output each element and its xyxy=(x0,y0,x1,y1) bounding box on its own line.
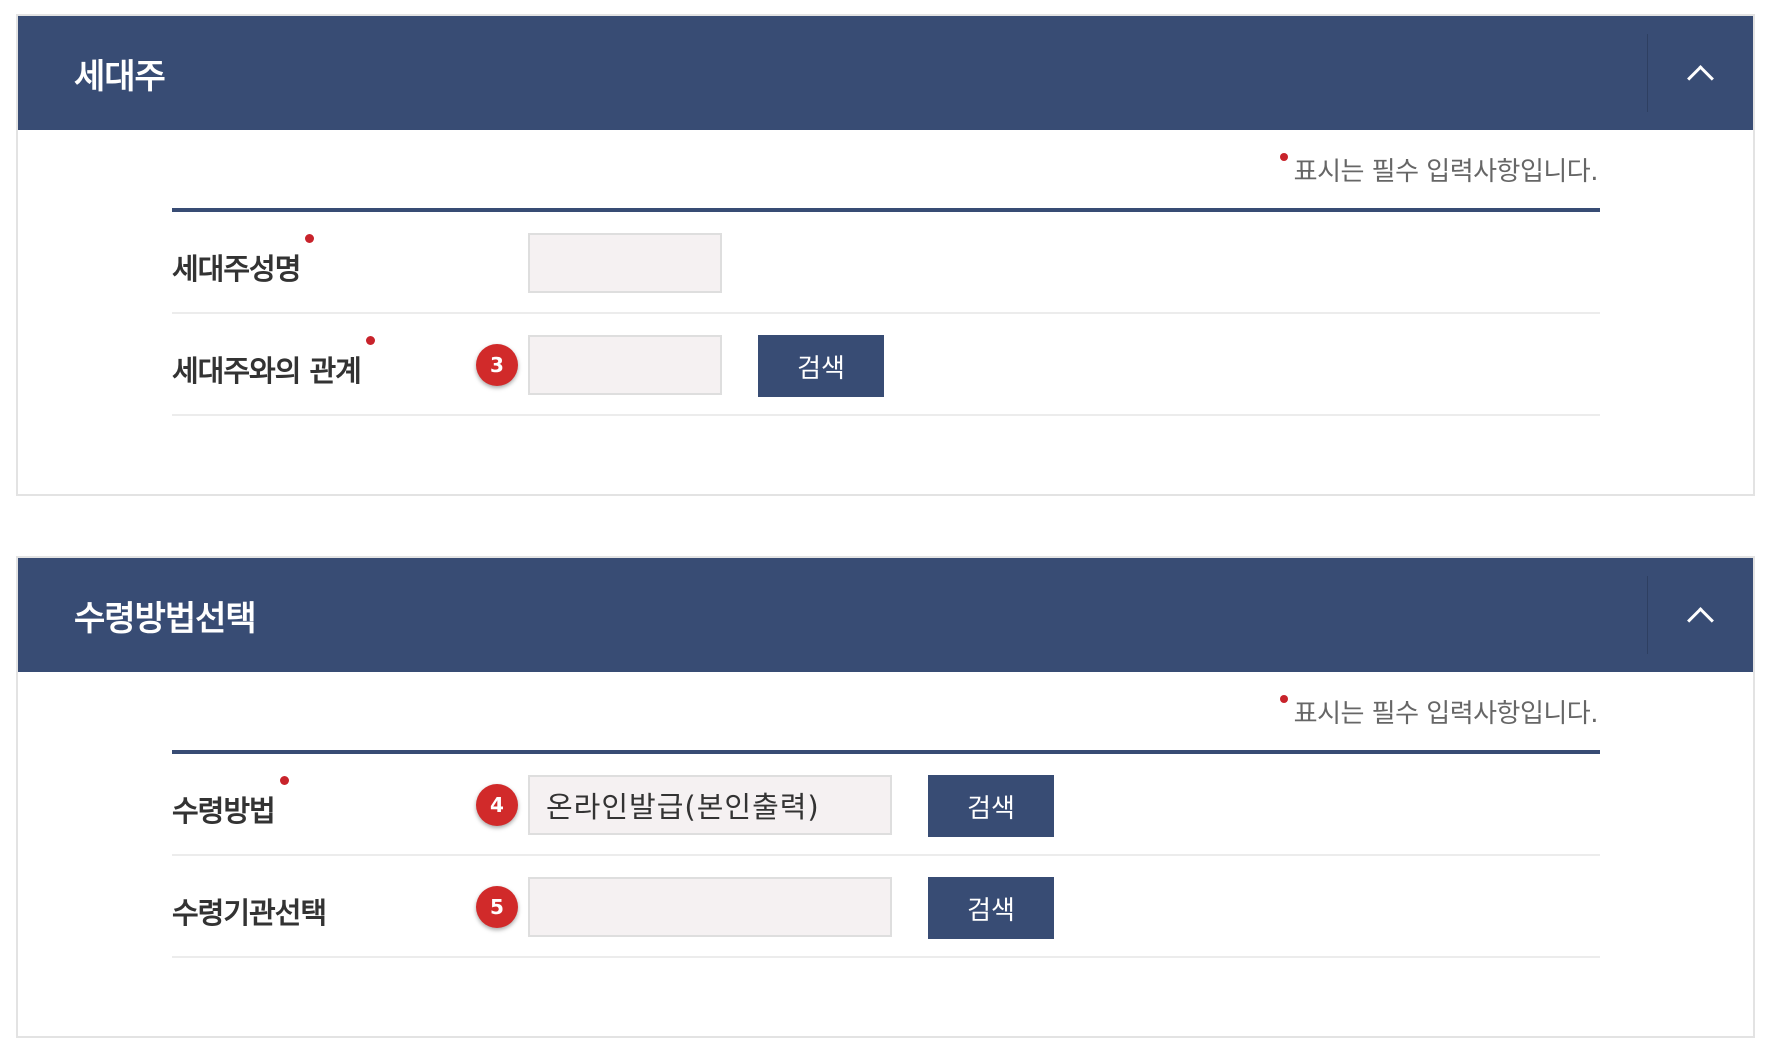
receipt-agency-input[interactable] xyxy=(528,877,892,937)
receipt-panel-header: 수령방법선택 xyxy=(18,558,1753,672)
agency-search-button[interactable]: 검색 xyxy=(928,877,1054,939)
method-search-button[interactable]: 검색 xyxy=(928,775,1054,837)
required-note: 표시는 필수 입력사항입니다. xyxy=(1279,151,1599,188)
form-row-receipt-method: 수령방법 4 검색 xyxy=(172,754,1600,856)
step-badge: 4 xyxy=(476,784,518,826)
required-note-text: 표시는 필수 입력사항입니다. xyxy=(1293,699,1599,729)
required-dot-icon xyxy=(1279,153,1288,161)
householder-name-input[interactable] xyxy=(528,233,722,293)
required-dot-icon xyxy=(279,776,289,785)
panel-title: 수령방법선택 xyxy=(74,598,257,639)
form-row-householder-relation: 세대주와의 관계 3 검색 xyxy=(172,314,1600,416)
chevron-up-icon xyxy=(1687,64,1714,92)
form-row-householder-name: 세대주성명 xyxy=(172,212,1600,314)
householder-panel: 세대주 표시는 필수 입력사항입니다. 세대주성명 세대주와의 관계 3 검색 xyxy=(16,14,1755,496)
required-dot-icon xyxy=(365,336,375,345)
step-badge: 5 xyxy=(476,886,518,928)
field-label-householder-relation: 세대주와의 관계 xyxy=(172,336,375,390)
step-badge: 3 xyxy=(476,344,518,386)
receipt-form: 수령방법 4 검색 수령기관선택 5 검색 xyxy=(172,750,1600,958)
field-label-receipt-agency: 수령기관선택 xyxy=(172,896,327,930)
required-note-text: 표시는 필수 입력사항입니다. xyxy=(1293,157,1599,187)
receipt-method-input[interactable] xyxy=(528,775,892,835)
required-dot-icon xyxy=(1279,695,1288,703)
chevron-up-icon xyxy=(1687,606,1714,634)
field-label-householder-name: 세대주성명 xyxy=(172,234,315,288)
required-note: 표시는 필수 입력사항입니다. xyxy=(1279,693,1599,730)
collapse-button[interactable] xyxy=(1647,34,1753,112)
householder-form: 세대주성명 세대주와의 관계 3 검색 xyxy=(172,208,1600,416)
field-label-receipt-method: 수령방법 xyxy=(172,776,289,830)
receipt-panel: 수령방법선택 표시는 필수 입력사항입니다. 수령방법 4 검색 수령기관선택 … xyxy=(16,556,1755,1038)
required-dot-icon xyxy=(305,234,315,243)
panel-title: 세대주 xyxy=(74,56,166,97)
householder-panel-header: 세대주 xyxy=(18,16,1753,130)
form-row-receipt-agency: 수령기관선택 5 검색 xyxy=(172,856,1600,958)
householder-relation-input[interactable] xyxy=(528,335,722,395)
relation-search-button[interactable]: 검색 xyxy=(758,335,884,397)
collapse-button[interactable] xyxy=(1647,576,1753,654)
